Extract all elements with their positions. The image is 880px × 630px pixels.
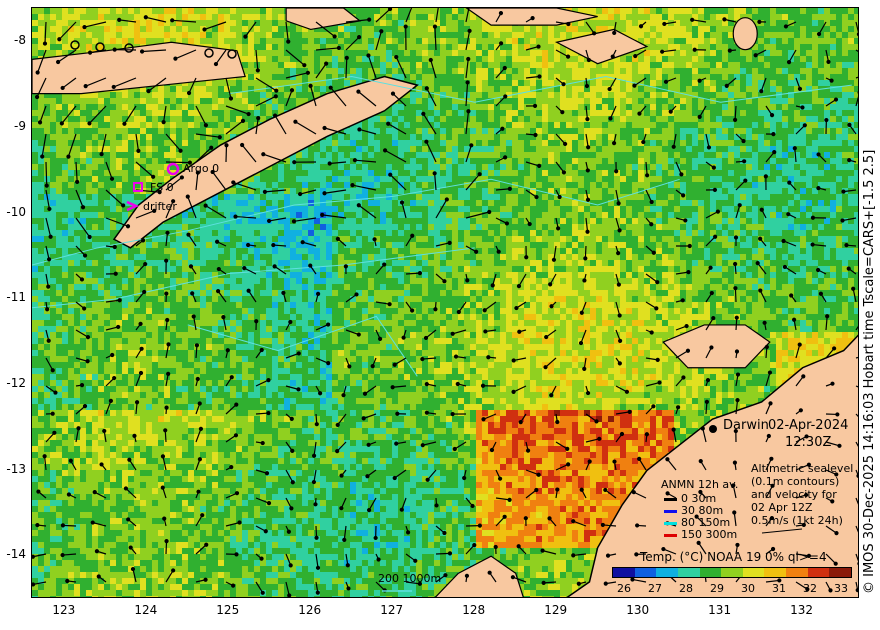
- argo-label: Argo 0: [183, 162, 220, 175]
- x-tick-label: 128: [462, 603, 486, 617]
- depth-contour-label: 200 1000m: [378, 572, 442, 585]
- x-tick-label: 130: [626, 603, 650, 617]
- colorbar-tick: 32: [803, 582, 817, 595]
- drifter-label: drifter: [143, 200, 177, 213]
- colorbar-tick: 26: [617, 582, 631, 595]
- x-tick-label: 132: [790, 603, 814, 617]
- darwin-label: Darwin: [723, 418, 769, 433]
- x-tick-label: 125: [216, 603, 240, 617]
- legend-swatch: [664, 521, 677, 525]
- x-tick-label: 123: [52, 603, 76, 617]
- date-label: 02-Apr-2024: [768, 418, 849, 433]
- colorbar-segment: [742, 568, 765, 577]
- colorbar-tick: 29: [710, 582, 724, 595]
- colorbar-tick: 28: [679, 582, 693, 595]
- colorbar-segment: [677, 568, 701, 577]
- colorbar-segment: [721, 568, 744, 577]
- y-tick-label: -10: [6, 204, 26, 219]
- legend-label: 150 300m: [681, 528, 738, 541]
- time-label: 12:30Z: [785, 435, 832, 450]
- colorbar-segment: [786, 568, 809, 577]
- x-tick-label: 126: [298, 603, 322, 617]
- x-tick-label: 127: [380, 603, 404, 617]
- y-tick-label: -11: [6, 290, 26, 305]
- colorbar-segment: [613, 568, 636, 577]
- anmn-title: ANMN 12h av.: [661, 478, 739, 491]
- y-tick-label: -13: [6, 461, 26, 476]
- y-tick-label: -8: [14, 33, 26, 48]
- colorbar-segment: [634, 568, 657, 577]
- fs-label: FS 0: [150, 181, 174, 194]
- x-tick-label: 131: [708, 603, 732, 617]
- altimetry-line: 02 Apr 12Z: [751, 501, 813, 514]
- x-tick-label: 124: [134, 603, 158, 617]
- altimetry-line: Altimetric sealevel: [751, 462, 854, 475]
- y-tick-label: -9: [14, 118, 26, 133]
- credit-label: © IMOS 30-Dec-2025 14:16:03 Hobart time …: [862, 149, 877, 594]
- x-tick-label: 129: [544, 603, 568, 617]
- colorbar-tick: 27: [648, 582, 662, 595]
- colorbar-segment: [699, 568, 722, 577]
- colorbar-title: Temp. (°C) NOAA 19 0% ql>=4: [640, 550, 827, 564]
- colorbar-tick: 33: [834, 582, 848, 595]
- temperature-colorbar: [612, 567, 852, 578]
- colorbar-segment: [829, 568, 852, 577]
- sst-map[interactable]: [31, 7, 859, 598]
- altimetry-line: (0.1m contours): [751, 475, 840, 488]
- altimetry-line: and velocity for: [751, 488, 837, 501]
- legend-swatch: [664, 509, 677, 513]
- colorbar-segment: [656, 568, 679, 577]
- legend-swatch: [664, 497, 677, 501]
- anmn-legend-item: 150 300m: [664, 528, 737, 541]
- y-tick-label: -12: [6, 375, 26, 390]
- colorbar-segment: [807, 568, 830, 577]
- colorbar-tick: 31: [772, 582, 786, 595]
- colorbar-segment: [764, 568, 787, 577]
- colorbar-tick: 30: [741, 582, 755, 595]
- y-tick-label: -14: [6, 547, 26, 562]
- altimetry-line: 0.5m/s (1kt 24h): [751, 514, 843, 527]
- sst-map-canvas: [32, 8, 858, 597]
- legend-swatch: [664, 533, 677, 537]
- darwin-marker: [709, 425, 717, 433]
